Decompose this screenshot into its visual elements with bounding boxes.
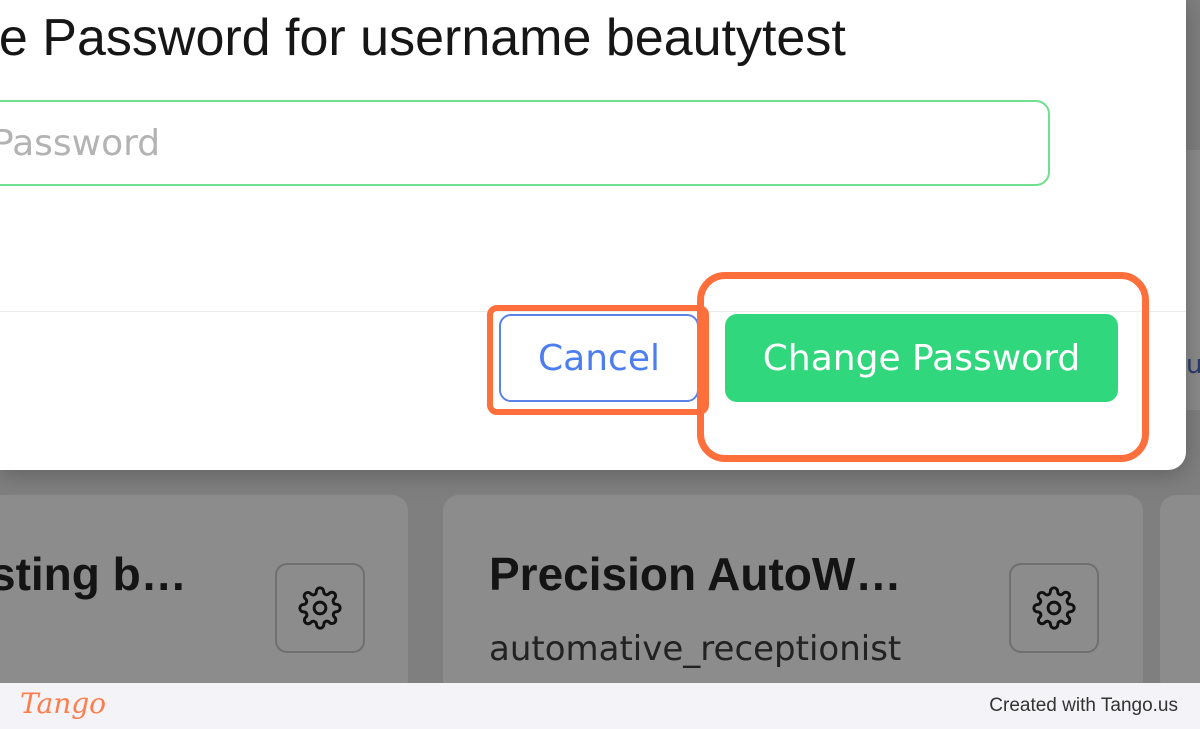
card-subtitle: automative_receptionist (489, 629, 902, 669)
footer-credit[interactable]: Created with Tango.us (989, 695, 1178, 717)
password-input[interactable] (0, 100, 1050, 186)
agent-card[interactable]: sting b… (0, 495, 408, 683)
change-password-modal: ge Password for username beautytest Canc… (0, 0, 1186, 470)
card-title: sting b… (0, 548, 187, 600)
settings-button[interactable] (1009, 563, 1099, 653)
change-password-button[interactable]: Change Password (725, 314, 1118, 402)
agent-card[interactable]: Precision AutoW… automative_receptionist (443, 495, 1143, 683)
settings-button[interactable] (275, 563, 365, 653)
footer-bar: Tango Created with Tango.us (0, 683, 1200, 729)
agent-card[interactable] (1160, 495, 1200, 683)
card-title: Precision AutoW… (489, 548, 902, 600)
modal-title: ge Password for username beautytest (0, 9, 846, 67)
cancel-button[interactable]: Cancel (499, 314, 699, 402)
background-edge-text: u (1186, 350, 1200, 380)
tango-logo[interactable]: Tango (20, 687, 106, 720)
gear-icon (298, 586, 342, 630)
modal-footer-divider (0, 311, 1186, 312)
gear-icon (1032, 586, 1076, 630)
